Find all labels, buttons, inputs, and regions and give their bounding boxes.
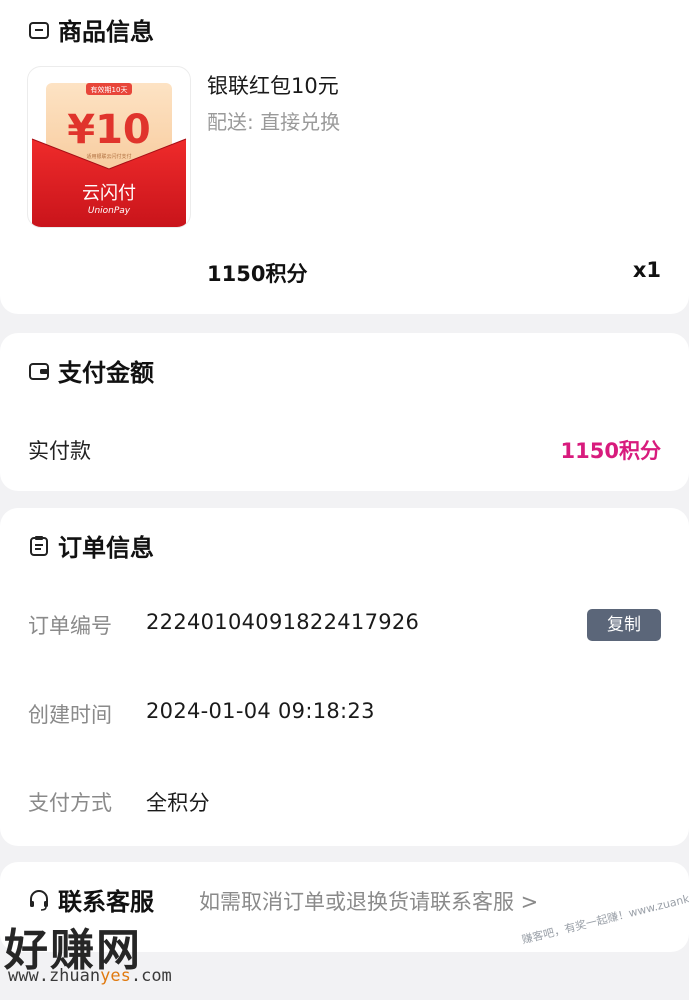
payment-method-value: 全积分 xyxy=(146,791,210,815)
watermark-url: www.zhuanyes.com xyxy=(8,966,172,986)
red-envelope-image: 有效期10天 ¥10 适用银联云闪付支付 云闪付 UnionPay xyxy=(31,83,187,227)
customer-service-header: 联系客服 xyxy=(28,882,154,917)
order-info-header: 订单信息 xyxy=(28,528,154,563)
created-time-label: 创建时间 xyxy=(28,703,112,727)
brand-name: 云闪付 xyxy=(82,183,136,204)
order-number-value: 22240104091822417926 xyxy=(146,610,420,634)
amount-paid-value: 1150积分 xyxy=(560,439,661,463)
bag-icon xyxy=(29,21,49,39)
payment-header: 支付金额 xyxy=(28,353,154,388)
created-time-value: 2024-01-04 09:18:23 xyxy=(146,699,375,723)
order-info-card: 订单信息 订单编号 22240104091822417926 复制 创建时间 2… xyxy=(0,508,689,846)
voucher-note: 适用银联云闪付支付 xyxy=(86,153,131,160)
payment-title: 支付金额 xyxy=(58,359,154,387)
goods-info-card: 商品信息 有效期10天 ¥10 适用银联云闪付支付 云闪付 UnionPay 银… xyxy=(0,0,689,314)
order-number-label: 订单编号 xyxy=(28,614,112,638)
wallet-icon xyxy=(29,362,49,380)
headset-icon xyxy=(30,889,48,911)
goods-info-title: 商品信息 xyxy=(58,18,154,46)
order-detail-page: 商品信息 有效期10天 ¥10 适用银联云闪付支付 云闪付 UnionPay 银… xyxy=(0,0,689,1000)
customer-service-title: 联系客服 xyxy=(58,888,154,916)
product-name[interactable]: 银联红包10元 xyxy=(207,70,339,100)
goods-info-header: 商品信息 xyxy=(28,12,154,47)
delivery-method: 配送: 直接兑换 xyxy=(207,110,341,134)
order-info-title: 订单信息 xyxy=(58,534,154,562)
validity-badge: 有效期10天 xyxy=(91,85,128,94)
product-image[interactable]: 有效期10天 ¥10 适用银联云闪付支付 云闪付 UnionPay xyxy=(27,66,191,228)
payment-card: 支付金额 实付款 1150积分 xyxy=(0,333,689,491)
payment-method-label: 支付方式 xyxy=(28,791,112,815)
copy-button[interactable]: 复制 xyxy=(587,609,661,641)
product-quantity: x1 xyxy=(632,258,661,282)
voucher-amount: ¥10 xyxy=(67,107,151,153)
contact-service-link[interactable]: 如需取消订单或退换货请联系客服 > xyxy=(199,886,538,916)
clipboard-icon xyxy=(30,535,48,556)
amount-paid-label: 实付款 xyxy=(28,439,91,463)
brand-name-en: UnionPay xyxy=(88,206,131,216)
product-price: 1150积分 xyxy=(207,262,308,286)
